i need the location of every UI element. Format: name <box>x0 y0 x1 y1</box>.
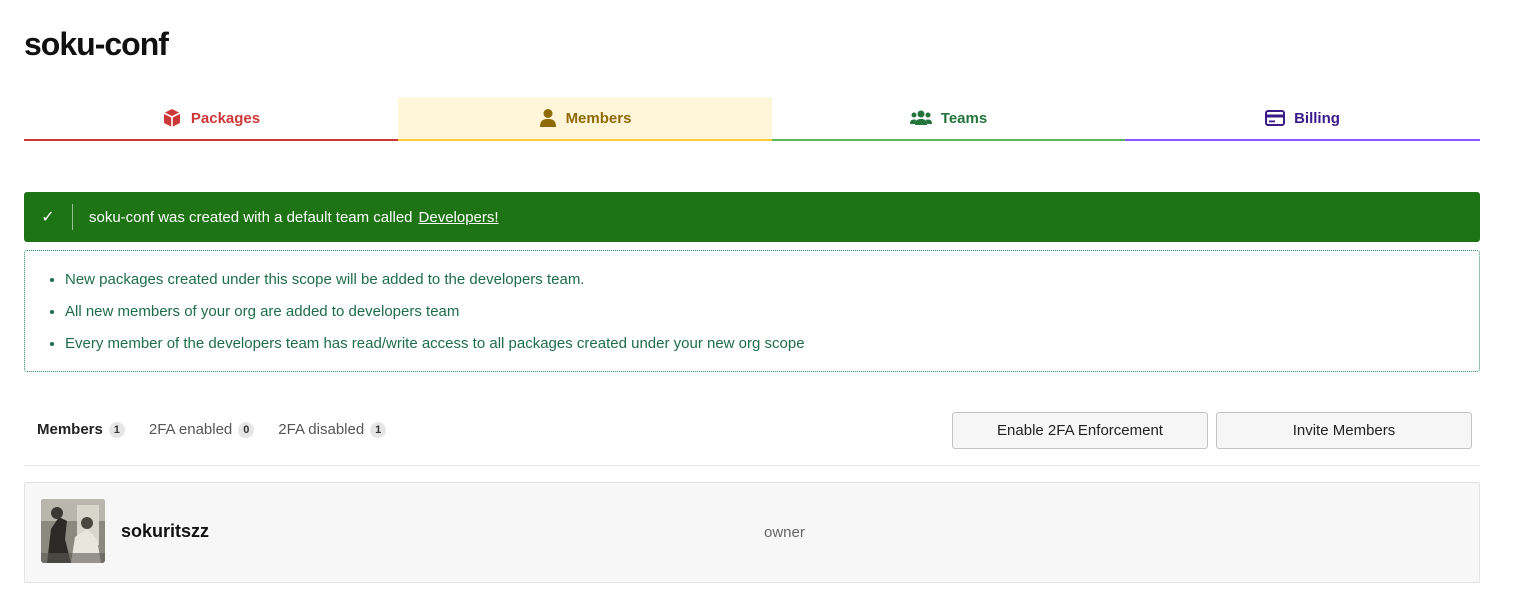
info-list: New packages created under this scope wi… <box>65 271 1479 353</box>
tab-label: Members <box>565 109 632 127</box>
tab-packages[interactable]: Packages <box>24 97 398 141</box>
filter-2fa-enabled[interactable]: 2FA enabled 0 <box>148 421 255 438</box>
info-item: New packages created under this scope wi… <box>65 271 1479 289</box>
member-name[interactable]: sokuritszz <box>121 521 209 542</box>
member-role: owner <box>764 524 805 541</box>
count-badge: 1 <box>370 421 387 438</box>
tab-label: Teams <box>940 109 988 127</box>
package-icon <box>162 108 182 128</box>
org-tabs: Packages Members Teams Billing <box>24 97 1480 141</box>
member-filters: Members 1 2FA enabled 0 2FA disabled 1 <box>37 421 387 438</box>
user-icon <box>539 108 557 128</box>
banner-message: soku-conf was created with a default tea… <box>89 208 413 226</box>
users-icon <box>909 110 932 126</box>
invite-members-button[interactable]: Invite Members <box>1216 412 1472 449</box>
page-title: soku-conf <box>24 26 169 62</box>
tab-label: Billing <box>1294 109 1340 127</box>
count-badge: 0 <box>238 421 255 438</box>
info-box: New packages created under this scope wi… <box>24 250 1480 372</box>
success-banner: ✓ soku-conf was created with a default t… <box>24 192 1480 242</box>
developers-team-link[interactable]: Developers! <box>419 209 499 226</box>
credit-card-icon <box>1265 110 1286 126</box>
filter-2fa-disabled[interactable]: 2FA disabled 1 <box>278 421 387 438</box>
divider <box>24 465 1480 466</box>
filter-label: Members <box>37 421 103 438</box>
filter-label: 2FA disabled <box>278 421 365 438</box>
org-members-page: soku-conf Packages Members Teams Billing… <box>0 0 1521 606</box>
member-row: sokuritszz owner <box>24 482 1480 583</box>
count-badge: 1 <box>108 421 125 438</box>
filter-members[interactable]: Members 1 <box>37 421 125 438</box>
tab-billing[interactable]: Billing <box>1125 97 1480 141</box>
info-item: Every member of the developers team has … <box>65 335 1479 353</box>
tab-teams[interactable]: Teams <box>772 97 1125 141</box>
check-icon: ✓ <box>41 209 55 226</box>
info-item: All new members of your org are added to… <box>65 303 1479 321</box>
avatar[interactable] <box>41 499 105 563</box>
enable-2fa-enforcement-button[interactable]: Enable 2FA Enforcement <box>952 412 1208 449</box>
tab-label: Packages <box>190 109 261 127</box>
filter-label: 2FA enabled <box>148 421 233 438</box>
tab-members[interactable]: Members <box>398 97 772 141</box>
